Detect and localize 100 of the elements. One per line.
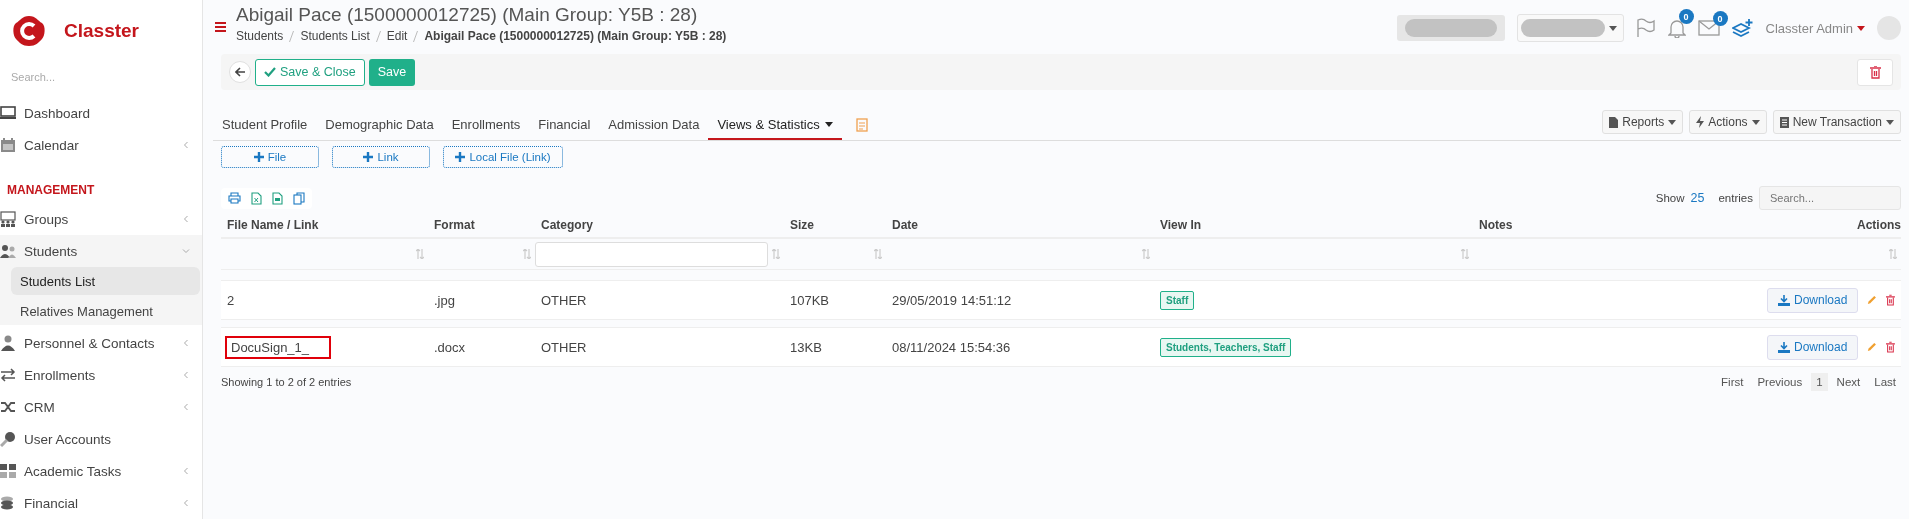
entries-label: entries <box>1718 192 1753 204</box>
breadcrumb-link[interactable]: Edit <box>386 29 408 43</box>
column-header[interactable]: Actions <box>1761 210 1901 239</box>
tab[interactable]: Views & Statistics <box>708 110 842 140</box>
bell-icon[interactable] <box>1667 18 1686 38</box>
new-transaction-button[interactable]: New Transaction <box>1772 110 1901 134</box>
sidebar-item[interactable]: Dashboard <box>0 97 202 129</box>
column-header[interactable]: Date <box>886 210 1154 239</box>
column-header[interactable]: Size <box>784 210 886 239</box>
page-size-selector[interactable]: 25 <box>1690 191 1705 205</box>
download-icon <box>1778 294 1790 306</box>
category-cell: OTHER <box>535 327 784 367</box>
breadcrumb-link[interactable]: Students List <box>300 29 370 43</box>
size-cell: 107KB <box>784 280 886 320</box>
breadcrumb-link[interactable]: Students <box>236 29 284 43</box>
csv-file-icon[interactable] <box>272 191 283 205</box>
view-in-tag: Staff <box>1160 290 1195 310</box>
notification-count-badge: 0 <box>1678 9 1694 24</box>
redacted-dropdown[interactable] <box>1516 14 1624 42</box>
pagination-button[interactable]: Previous <box>1752 373 1808 391</box>
print-icon[interactable] <box>228 191 241 204</box>
menu-icon[interactable] <box>215 22 226 32</box>
page-title: Abigail Pace (1500000012725) (Main Group: Y5B : 28) <box>236 4 699 26</box>
person-tie-icon <box>0 335 16 351</box>
tab[interactable]: Demographic Data <box>316 110 443 140</box>
arrow-left-icon <box>235 67 245 77</box>
view-in-tag: Students, Teachers, Staff <box>1160 337 1292 357</box>
actions-button[interactable]: Actions <box>1689 110 1767 134</box>
tab[interactable]: Financial <box>529 110 600 140</box>
pencil-icon[interactable] <box>1867 294 1878 306</box>
format-cell: .docx <box>428 327 535 367</box>
table-search-field[interactable]: Search... <box>1759 186 1901 210</box>
breadcrumb-separator-icon <box>289 30 295 42</box>
pencil-icon[interactable] <box>1867 341 1878 353</box>
caret-icon <box>1857 25 1865 31</box>
sidebar-subitem[interactable]: Students List <box>11 267 200 295</box>
date-cell: 29/05/2019 14:51:12 <box>886 280 1154 320</box>
chevron-icon <box>182 247 190 255</box>
sidebar-search-field[interactable]: Search... <box>0 62 172 92</box>
sidebar-item[interactable]: User Accounts <box>0 423 202 455</box>
user-menu[interactable]: Classter Admin <box>1765 20 1865 36</box>
trash-icon[interactable] <box>1886 293 1895 307</box>
tab[interactable]: Enrollments <box>442 110 530 140</box>
flag-icon[interactable] <box>1635 18 1656 38</box>
chevron-icon <box>182 339 190 347</box>
caret-icon <box>1886 119 1894 125</box>
breadcrumb-current: Abigail Pace (1500000012725) (Main Group: Y5B : 28) <box>424 29 727 43</box>
download-button[interactable]: Download <box>1767 287 1859 313</box>
reports-button[interactable]: Reports <box>1602 110 1684 134</box>
sort-icon[interactable] <box>523 249 531 259</box>
sidebar-item[interactable]: Students <box>0 235 202 267</box>
pagination-button[interactable]: Next <box>1831 373 1866 391</box>
plus-icon <box>253 152 264 162</box>
sort-icon[interactable] <box>416 249 424 259</box>
column-header[interactable]: View In <box>1154 210 1473 239</box>
column-header[interactable]: Format <box>428 210 535 239</box>
envelope-icon[interactable] <box>1697 20 1720 36</box>
pagination-button[interactable]: First <box>1716 373 1749 391</box>
delete-button[interactable] <box>1857 58 1893 86</box>
sort-icon[interactable] <box>1461 249 1469 259</box>
tab[interactable]: Student Profile <box>213 110 317 140</box>
plus-icon <box>455 152 466 162</box>
sidebar-item[interactable]: Calendar <box>0 129 202 161</box>
sort-icon[interactable] <box>874 249 882 259</box>
chevron-icon <box>182 215 190 223</box>
size-cell: 13KB <box>784 327 886 367</box>
column-header[interactable]: File Name / Link <box>221 210 428 239</box>
pagination-button[interactable]: 1 <box>1811 373 1828 391</box>
sidebar-item[interactable]: Enrollments <box>0 359 202 391</box>
caret-icon <box>1608 25 1617 31</box>
back-button[interactable] <box>229 61 251 83</box>
column-header[interactable]: Notes <box>1473 210 1761 239</box>
tab[interactable]: Admission Data <box>599 110 709 140</box>
sort-icon[interactable] <box>1142 249 1150 259</box>
sort-icon[interactable] <box>1889 249 1897 259</box>
sidebar-item[interactable]: Academic Tasks <box>0 455 202 487</box>
sort-icon[interactable] <box>772 249 780 259</box>
sidebar-item[interactable]: Groups <box>0 203 202 235</box>
format-cell: .jpg <box>428 280 535 320</box>
chevron-icon <box>182 371 190 379</box>
sidebar-subitem[interactable]: Relatives Management <box>11 297 200 325</box>
people-group-icon <box>0 211 16 227</box>
sidebar-item[interactable]: Financial <box>0 487 202 519</box>
users-icon <box>0 243 16 259</box>
copy-icon[interactable] <box>293 191 305 205</box>
excel-file-icon[interactable] <box>251 191 262 205</box>
download-button[interactable]: Download <box>1767 334 1859 360</box>
notepad-icon[interactable] <box>855 118 868 132</box>
plus-icon <box>363 152 374 162</box>
trash-icon[interactable] <box>1886 340 1895 354</box>
column-header[interactable]: Category <box>535 210 784 239</box>
category-filter-field[interactable] <box>535 241 768 267</box>
date-cell: 08/11/2024 15:54:36 <box>886 327 1154 367</box>
sidebar-item[interactable]: Personnel & Contacts <box>0 327 202 359</box>
pagination-button[interactable]: Last <box>1869 373 1901 391</box>
chevron-icon <box>182 141 190 149</box>
layers-plus-icon[interactable] <box>1731 18 1754 38</box>
table-summary: Showing 1 to 2 of 2 entries <box>221 376 352 388</box>
sidebar-item[interactable]: CRM <box>0 391 202 423</box>
logo-icon <box>12 14 46 49</box>
